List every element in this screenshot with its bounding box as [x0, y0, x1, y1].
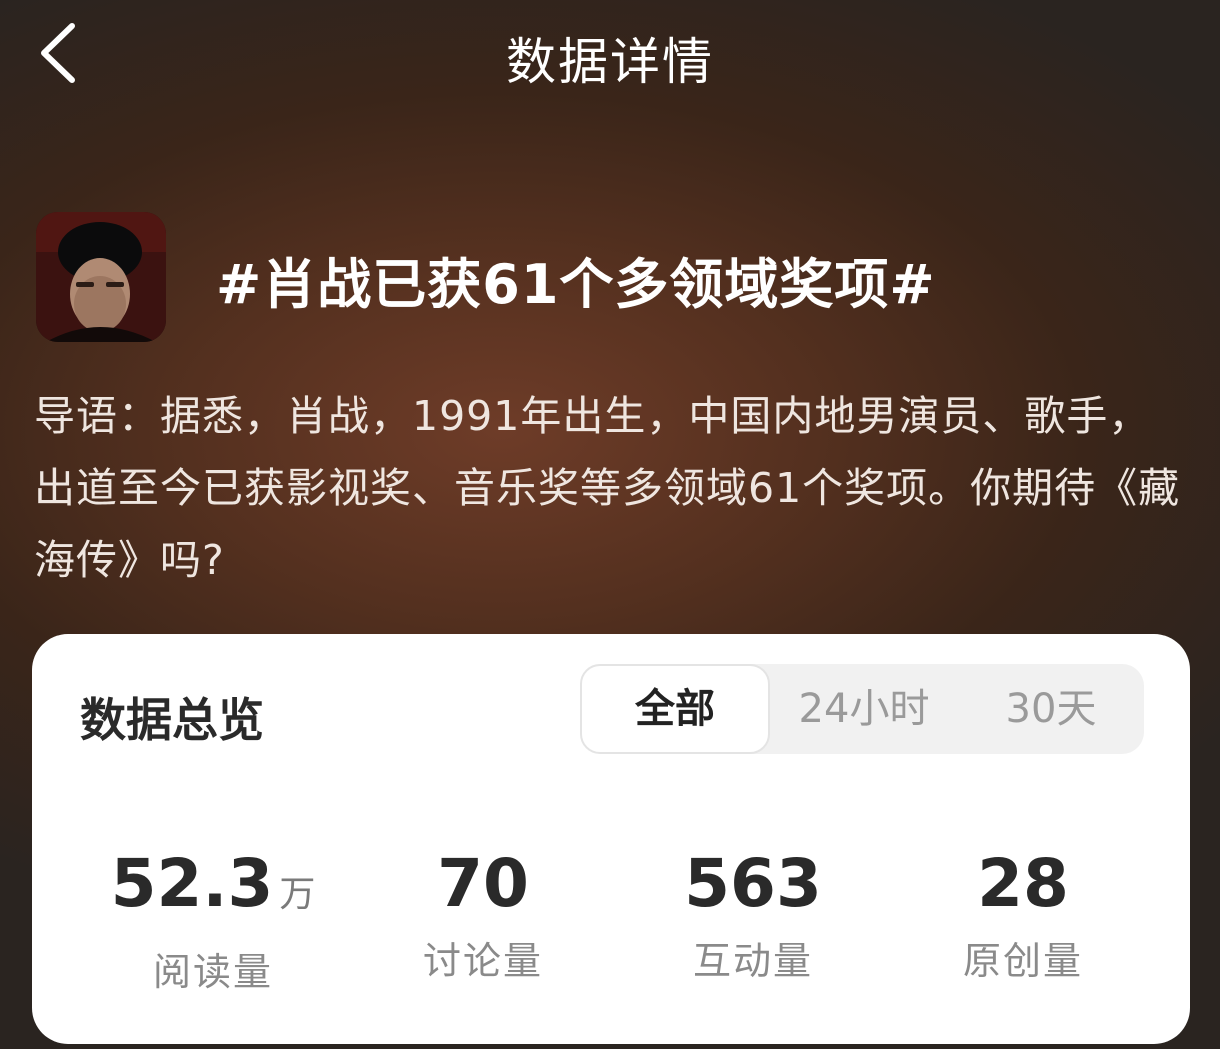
stat-label: 原创量 [962, 939, 1083, 983]
avatar-image [36, 212, 166, 342]
topic-title: #肖战已获61个多领域奖项# [216, 253, 936, 316]
stat-value: 70 [437, 845, 529, 922]
tab-24h[interactable]: 24小时 [770, 664, 958, 754]
stat-label: 互动量 [692, 939, 813, 983]
stats-row: 52.3 万 阅读量 70 讨论量 563 互动量 28 原创量 [32, 844, 1190, 994]
time-range-tabs: 全部 24小时 30天 [580, 664, 1144, 754]
tab-all[interactable]: 全部 [580, 664, 770, 754]
stat-reads: 52.3 万 阅读量 [78, 844, 348, 996]
overview-title: 数据总览 [80, 693, 264, 747]
topic-avatar [36, 212, 166, 342]
reads-unit: 万 [279, 874, 316, 915]
topic-header: #肖战已获61个多领域奖项# [36, 212, 1186, 344]
page-title: 数据详情 [506, 33, 714, 91]
stat-value: 563 [684, 845, 822, 922]
tab-30d[interactable]: 30天 [958, 664, 1144, 754]
top-bar: 数据详情 [0, 0, 1220, 110]
stat-originals: 28 原创量 [888, 844, 1158, 985]
stat-interactions: 563 互动量 [618, 844, 888, 985]
stat-discussions: 70 讨论量 [348, 844, 618, 985]
stat-label: 阅读量 [152, 950, 273, 994]
reads-value: 52.3 [110, 845, 274, 922]
stat-label: 讨论量 [422, 939, 543, 983]
data-overview-card: 数据总览 全部 24小时 30天 52.3 万 阅读量 70 讨论量 563 互动… [32, 634, 1190, 1044]
stat-value: 28 [977, 845, 1069, 922]
stat-value: 52.3 万 [78, 844, 348, 935]
topic-intro: 导语：据悉，肖战，1991年出生，中国内地男演员、歌手，出道至今已获影视奖、音乐… [34, 392, 1181, 584]
